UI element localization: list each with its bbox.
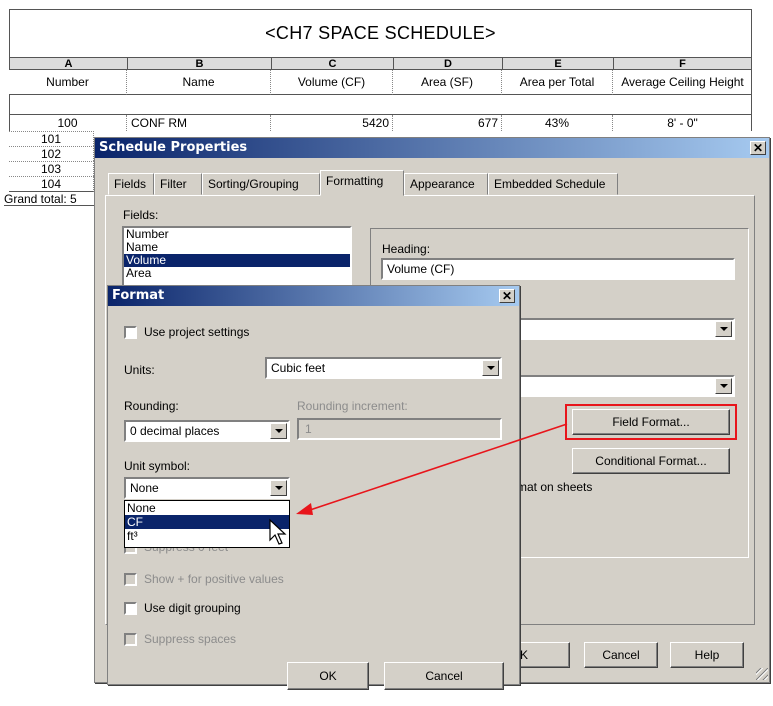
schedule-title: <CH7 SPACE SCHEDULE> bbox=[9, 9, 752, 57]
chevron-down-icon bbox=[482, 360, 499, 376]
suppress-spaces-label: Suppress spaces bbox=[144, 632, 237, 646]
cell-number[interactable]: 103 bbox=[9, 161, 94, 176]
cell-area-per-total[interactable]: 43% bbox=[502, 115, 613, 131]
format-title: Format bbox=[112, 288, 165, 303]
rounding-increment-label: Rounding increment: bbox=[297, 399, 408, 413]
dropdown-option-ft3[interactable]: ft³ bbox=[125, 529, 289, 543]
column-letter-e[interactable]: E bbox=[502, 57, 614, 70]
rounding-increment-input[interactable]: 1 bbox=[297, 418, 502, 440]
unit-symbol-select[interactable]: None bbox=[124, 477, 290, 499]
units-label: Units: bbox=[124, 363, 155, 377]
conditional-format-button[interactable]: Conditional Format... bbox=[572, 448, 730, 474]
heading-orientation-select[interactable] bbox=[515, 318, 735, 340]
grand-total-rule bbox=[4, 205, 94, 206]
tab-embedded-schedule[interactable]: Embedded Schedule bbox=[488, 173, 618, 195]
help-button[interactable]: Help bbox=[670, 642, 744, 668]
show-plus-checkbox[interactable] bbox=[124, 573, 137, 586]
chevron-down-icon bbox=[715, 321, 732, 337]
close-icon[interactable]: ✕ bbox=[750, 141, 766, 155]
column-letter-f[interactable]: F bbox=[613, 57, 752, 70]
column-letter-c[interactable]: C bbox=[271, 57, 394, 70]
units-value: Cubic feet bbox=[271, 361, 326, 375]
use-project-settings-checkbox[interactable] bbox=[124, 326, 137, 339]
tab-appearance[interactable]: Appearance bbox=[404, 173, 488, 195]
fields-list[interactable]: Number Name Volume Area bbox=[122, 226, 352, 290]
rounding-label: Rounding: bbox=[124, 399, 179, 413]
cell-name[interactable]: CONF RM bbox=[127, 115, 271, 131]
cell-number[interactable]: 104 bbox=[9, 176, 94, 192]
rounding-select[interactable]: 0 decimal places bbox=[124, 420, 290, 442]
digit-grouping-label: Use digit grouping bbox=[144, 601, 241, 615]
cancel-button[interactable]: Cancel bbox=[584, 642, 658, 668]
close-icon[interactable]: ✕ bbox=[499, 289, 515, 303]
column-letter-b[interactable]: B bbox=[127, 57, 272, 70]
mouse-cursor-icon bbox=[269, 518, 287, 545]
suppress-spaces-checkbox[interactable] bbox=[124, 633, 137, 646]
column-header-area[interactable]: Area (SF) bbox=[393, 70, 502, 95]
show-conditional-format-label: mat on sheets bbox=[517, 480, 593, 494]
cell-number[interactable]: 102 bbox=[9, 146, 94, 161]
tab-formatting[interactable]: Formatting bbox=[320, 170, 404, 196]
schedule-properties-titlebar[interactable]: Schedule Properties bbox=[95, 138, 769, 158]
resize-grip-icon[interactable] bbox=[756, 668, 768, 680]
rounding-value: 0 decimal places bbox=[130, 424, 220, 438]
heading-label: Heading: bbox=[382, 242, 431, 256]
tab-filter[interactable]: Filter bbox=[154, 173, 202, 195]
cell-area[interactable]: 677 bbox=[393, 115, 502, 131]
column-letter-d[interactable]: D bbox=[393, 57, 503, 70]
cell-ceiling-height[interactable]: 8' - 0" bbox=[613, 115, 752, 131]
schedule-properties-title: Schedule Properties bbox=[99, 140, 248, 155]
unit-symbol-value: None bbox=[130, 481, 159, 495]
tab-sorting-grouping[interactable]: Sorting/Grouping bbox=[202, 173, 320, 195]
chevron-down-icon bbox=[270, 480, 287, 496]
chevron-down-icon bbox=[715, 378, 732, 394]
column-letter-a[interactable]: A bbox=[9, 57, 128, 70]
cell-volume[interactable]: 5420 bbox=[271, 115, 393, 131]
unit-symbol-dropdown: None CF ft³ bbox=[124, 500, 290, 548]
column-header-average-ceiling-height[interactable]: Average Ceiling Height bbox=[613, 70, 752, 95]
digit-grouping-checkbox[interactable] bbox=[124, 602, 137, 615]
show-plus-label: Show + for positive values bbox=[144, 572, 284, 586]
tab-fields[interactable]: Fields bbox=[108, 173, 154, 195]
use-project-settings-label: Use project settings bbox=[144, 325, 250, 339]
column-header-number[interactable]: Number bbox=[9, 70, 127, 95]
column-header-area-per-total[interactable]: Area per Total bbox=[502, 70, 613, 95]
format-titlebar[interactable]: Format bbox=[108, 286, 519, 306]
heading-input[interactable]: Volume (CF) bbox=[381, 258, 735, 280]
list-item[interactable]: Area bbox=[124, 267, 350, 280]
list-item-selected[interactable]: Volume bbox=[124, 254, 350, 267]
format-cancel-button[interactable]: Cancel bbox=[384, 662, 504, 690]
format-ok-button[interactable]: OK bbox=[287, 662, 369, 690]
dropdown-option-none[interactable]: None bbox=[125, 501, 289, 515]
dropdown-option-cf[interactable]: CF bbox=[125, 515, 289, 529]
grand-total: Grand total: 5 bbox=[4, 192, 77, 206]
chevron-down-icon bbox=[270, 423, 287, 439]
column-header-name[interactable]: Name bbox=[127, 70, 271, 95]
field-format-highlight bbox=[565, 404, 737, 440]
units-select[interactable]: Cubic feet bbox=[265, 357, 502, 379]
cell-number[interactable]: 101 bbox=[9, 131, 94, 146]
unit-symbol-label: Unit symbol: bbox=[124, 459, 191, 473]
fields-label: Fields: bbox=[123, 208, 159, 222]
alignment-select[interactable] bbox=[515, 375, 735, 397]
cell-number[interactable]: 100 bbox=[9, 115, 127, 131]
column-header-volume[interactable]: Volume (CF) bbox=[271, 70, 393, 95]
